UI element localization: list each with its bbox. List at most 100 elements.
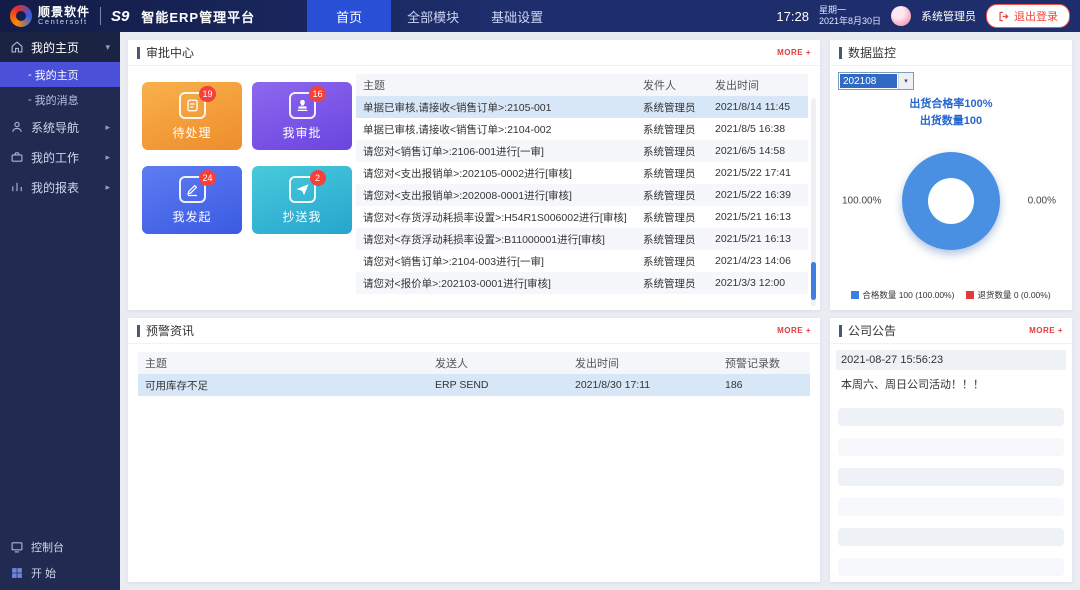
- sidebar-item-my-home[interactable]: 我的主页 ▾: [0, 32, 120, 62]
- notice-empty-rows: [836, 408, 1066, 576]
- sidebar-item-my-work[interactable]: 我的工作 ▸: [0, 142, 120, 172]
- donut-chart: 100.00% 0.00%: [830, 142, 1072, 260]
- tile-icon-box: 2: [289, 176, 316, 203]
- panel-accent-bar: [839, 47, 842, 59]
- table-row[interactable]: 请您对<存货浮动耗损率设置>:H54R1S006002进行[审核]系统管理员20…: [356, 206, 808, 228]
- tile-icon-box: 16: [289, 92, 316, 119]
- paper-plane-icon: [295, 182, 310, 197]
- table-row[interactable]: 单据已审核,请接收<销售订单>:2104-002系统管理员2021/8/5 16…: [356, 118, 808, 140]
- chevron-down-icon: ▾: [105, 42, 110, 53]
- console-icon: [10, 540, 24, 554]
- date-label: 2021年8月30日: [819, 16, 881, 27]
- table-row[interactable]: 请您对<支出报销单>:202105-0002进行[审核]系统管理员2021/5/…: [356, 162, 808, 184]
- column-header-sent-time: 发出时间: [568, 352, 718, 374]
- scrollbar-track: [811, 98, 816, 306]
- weekday-label: 星期一: [819, 5, 881, 16]
- column-header-subject: 主题: [356, 74, 636, 96]
- sidebar-item-label: 我的工作: [31, 149, 79, 166]
- chevron-right-icon: ▸: [105, 122, 110, 133]
- tab-basic-settings[interactable]: 基础设置: [475, 0, 559, 32]
- sidebar: 我的主页 ▾ 我的主页 我的消息 系统导航 ▸ 我的工作 ▸ 我的报表 ▸ 控制: [0, 32, 120, 590]
- panel-accent-bar: [137, 325, 140, 337]
- warning-table-wrap: 主题 发送人 发出时间 预警记录数 可用库存不足 ERP SEND 2021/8…: [138, 352, 810, 396]
- table-row[interactable]: 请您对<报价单>:202103-0001进行[审核]系统管理员2021/3/3 …: [356, 272, 808, 294]
- notice-body: 2021-08-27 15:56:23 本周六、周日公司活动！！！: [830, 344, 1072, 576]
- table-row[interactable]: 请您对<存货浮动耗损率设置>:B11000001进行[审核]系统管理员2021/…: [356, 228, 808, 250]
- panel-accent-bar: [839, 325, 842, 337]
- panel-title: 公司公告: [848, 322, 896, 339]
- chevron-down-icon: ▾: [898, 73, 913, 89]
- tile-initiated-by-me[interactable]: 24 我发起: [142, 166, 242, 234]
- home-icon: [10, 40, 24, 54]
- legend-color-returned: [966, 291, 974, 299]
- tile-cc-to-me[interactable]: 2 抄送我: [252, 166, 352, 234]
- logout-icon: [998, 11, 1009, 22]
- sidebar-item-my-reports[interactable]: 我的报表 ▸: [0, 172, 120, 202]
- logout-button[interactable]: 退出登录: [986, 4, 1070, 28]
- table-row[interactable]: 单据已审核,请接收<销售订单>:2105-001系统管理员2021/8/14 1…: [356, 96, 808, 118]
- approval-tiles: 19 待处理 16 我审批 24 我发起: [128, 66, 354, 310]
- warning-more-button[interactable]: MORE +: [777, 326, 811, 335]
- approval-more-button[interactable]: MORE +: [777, 48, 811, 57]
- company-notice-panel: 公司公告 MORE + 2021-08-27 15:56:23 本周六、周日公司…: [830, 318, 1072, 582]
- scrollbar-thumb[interactable]: [811, 262, 816, 300]
- user-avatar[interactable]: [891, 6, 911, 26]
- sidebar-item-system-nav[interactable]: 系统导航 ▸: [0, 112, 120, 142]
- legend-label: 退货数量 0 (0.00%): [977, 289, 1050, 301]
- user-name: 系统管理员: [921, 8, 976, 24]
- table-row[interactable]: 请您对<支出报销单>:202008-0001进行[审核]系统管理员2021/5/…: [356, 184, 808, 206]
- tab-home[interactable]: 首页: [307, 0, 391, 32]
- empty-row: [838, 468, 1064, 486]
- edit-icon: [185, 182, 200, 197]
- start-button[interactable]: 开 始: [0, 560, 120, 586]
- sidebar-subitem-my-home[interactable]: 我的主页: [0, 62, 120, 87]
- column-header-sender: 发送人: [428, 352, 568, 374]
- sidebar-footer: 控制台 开 始: [0, 534, 120, 586]
- tile-my-approvals[interactable]: 16 我审批: [252, 82, 352, 150]
- main-nav: 首页 全部模块 基础设置: [307, 0, 559, 32]
- column-header-record-count: 预警记录数: [718, 352, 810, 374]
- notice-datetime[interactable]: 2021-08-27 15:56:23: [836, 350, 1066, 370]
- panel-title: 审批中心: [146, 44, 194, 61]
- approval-table: 主题 发件人 发出时间 单据已审核,请接收<销售订单>:2105-001系统管理…: [356, 74, 808, 294]
- table-row[interactable]: 可用库存不足 ERP SEND 2021/8/30 17:11 186: [138, 374, 810, 396]
- sidebar-subitem-my-messages[interactable]: 我的消息: [0, 87, 120, 112]
- notice-more-button[interactable]: MORE +: [1029, 326, 1063, 335]
- tile-pending[interactable]: 19 待处理: [142, 82, 242, 150]
- monitor-body: 202108 ▾ 出货合格率100% 出货数量100 100.00% 0.00%…: [830, 66, 1072, 310]
- empty-row: [838, 558, 1064, 576]
- tile-label: 我审批: [282, 124, 321, 141]
- app-title: 智能ERP管理平台: [141, 7, 255, 26]
- brand-divider: [100, 7, 101, 25]
- clipboard-icon: [185, 98, 200, 113]
- approval-body: 19 待处理 16 我审批 24 我发起: [128, 66, 820, 310]
- shipment-count-text: 出货数量100: [830, 113, 1072, 130]
- donut-right-label: 0.00%: [1028, 196, 1056, 207]
- period-select[interactable]: 202108 ▾: [838, 72, 914, 90]
- brand-name-en: Centersoft: [38, 18, 90, 26]
- briefcase-icon: [10, 150, 24, 164]
- donut-ring: [902, 152, 1000, 250]
- tile-icon-box: 19: [179, 92, 206, 119]
- table-row[interactable]: 请您对<销售订单>:2106-001进行[一审]系统管理员2021/6/5 14…: [356, 140, 808, 162]
- start-label: 开 始: [31, 565, 56, 581]
- approval-table-wrap: 主题 发件人 发出时间 单据已审核,请接收<销售订单>:2105-001系统管理…: [356, 74, 808, 310]
- legend-label: 合格数量 100 (100.00%): [862, 289, 954, 301]
- top-header: 顺景软件 Centersoft S9 智能ERP管理平台 首页 全部模块 基础设…: [0, 0, 1080, 32]
- panel-title: 预警资讯: [146, 322, 194, 339]
- console-button[interactable]: 控制台: [0, 534, 120, 560]
- table-row[interactable]: 请您对<销售订单>:2104-003进行[一审]系统管理员2021/4/23 1…: [356, 250, 808, 272]
- chart-legend: 合格数量 100 (100.00%) 退货数量 0 (0.00%): [830, 289, 1072, 301]
- sidebar-item-label: 我的报表: [31, 179, 79, 196]
- tile-label: 抄送我: [282, 208, 321, 225]
- empty-row: [838, 528, 1064, 546]
- panel-header: 数据监控: [830, 40, 1072, 66]
- tab-all-modules[interactable]: 全部模块: [391, 0, 475, 32]
- data-monitor-panel: 数据监控 202108 ▾ 出货合格率100% 出货数量100 100.00% …: [830, 40, 1072, 310]
- date-block: 星期一 2021年8月30日: [819, 5, 881, 28]
- sidebar-subitem-label: 我的主页: [35, 67, 79, 83]
- panel-title: 数据监控: [848, 44, 896, 61]
- brand-logo: 顺景软件 Centersoft S9 智能ERP管理平台: [0, 5, 265, 27]
- notice-text[interactable]: 本周六、周日公司活动！！！: [836, 370, 1066, 396]
- empty-row: [838, 438, 1064, 456]
